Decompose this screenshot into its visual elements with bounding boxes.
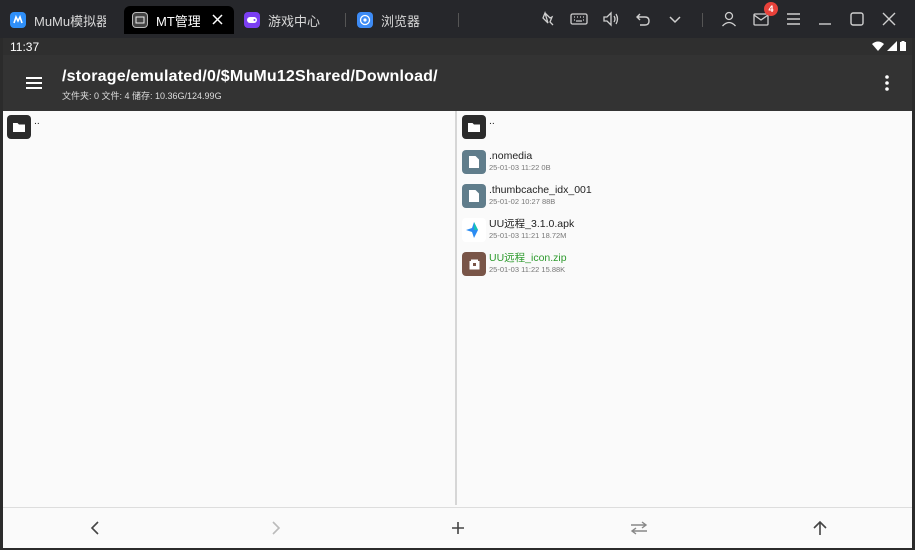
file-name: .thumbcache_idx_001 [489,184,592,196]
file-meta: 25-01-03 11:22 0B [489,163,551,172]
apk-app-icon [462,218,486,242]
left-file-panel: .. [3,111,457,505]
close-tab-icon[interactable] [212,13,223,28]
mail-badge: 4 [764,2,778,16]
tab-mumu[interactable]: MuMu模拟器 [10,6,118,34]
close-icon[interactable] [879,9,899,29]
file-icon [462,184,486,208]
app-toolbar: /storage/emulated/0/$MuMu12Shared/Downlo… [3,55,912,111]
minimize-icon[interactable] [815,9,835,29]
mt-manager-icon [132,12,148,28]
wifi-icon [872,40,884,54]
parent-folder-row[interactable]: .. [462,115,495,147]
file-row-zip[interactable]: UU远程_icon.zip 25-01-03 11:22 15.88K [462,252,567,284]
zip-archive-icon [462,252,486,276]
folder-icon [462,115,486,139]
parent-folder-row[interactable]: .. [7,115,40,147]
storage-info: 文件夹: 0 文件: 4 储存: 10.36G/124.99G [62,91,222,101]
file-meta: 25-01-03 11:21 18.72M [489,231,567,240]
tab-mt-manager[interactable]: MT管理器 [124,6,234,34]
android-status-bar: 11:37 [3,38,912,55]
mumu-logo-icon [10,12,26,28]
file-name: UU远程_icon.zip [489,252,567,264]
battery-icon [900,40,906,54]
tab-label: MT管理器 [156,13,200,29]
folder-icon [7,115,31,139]
tab-browser[interactable]: 浏览器 [357,6,437,34]
file-meta: 25-01-02 10:27 88B [489,197,556,206]
chevron-down-icon[interactable] [665,9,685,29]
tab-label: 浏览器 [381,13,421,29]
tab-divider [345,13,346,27]
file-row-nomedia[interactable]: .nomedia 25-01-03 11:22 0B [462,150,551,182]
keyboard-icon[interactable] [569,9,589,29]
menu-icon[interactable] [783,9,803,29]
file-meta: 25-01-03 11:22 15.88K [489,265,566,274]
file-name: .. [489,115,495,127]
tab-label: 游戏中心 [268,13,321,29]
current-path[interactable]: /storage/emulated/0/$MuMu12Shared/Downlo… [62,68,438,86]
back-arrow-icon[interactable] [633,9,653,29]
browser-icon [357,12,373,28]
emulator-tab-bar: MuMu模拟器 MT管理器 游戏中心 浏览器 [0,0,915,38]
back-icon[interactable] [86,519,104,537]
file-name: .nomedia [489,150,533,162]
file-name: .. [34,115,40,127]
pin-icon[interactable] [537,9,557,29]
more-options-icon[interactable] [884,74,890,92]
signal-icon [887,40,897,54]
maximize-icon[interactable] [847,9,867,29]
toolbar-divider [702,13,703,27]
file-name: UU远程_3.1.0.apk [489,218,575,230]
tab-divider [458,13,459,27]
bottom-action-bar [3,507,912,548]
add-icon[interactable] [449,519,467,537]
file-row-thumbcache[interactable]: .thumbcache_idx_001 25-01-02 10:27 88B [462,184,592,216]
hamburger-menu-icon[interactable] [25,74,43,92]
volume-icon[interactable] [601,9,621,29]
swap-icon[interactable] [630,519,648,537]
tab-game-center[interactable]: 游戏中心 [244,6,334,34]
forward-icon[interactable] [267,519,285,537]
status-time: 11:37 [10,40,40,54]
file-icon [462,150,486,174]
tab-label: MuMu模拟器 [34,13,106,29]
user-icon[interactable] [719,9,739,29]
right-file-panel: .. .nomedia 25-01-03 11:22 0B .thumbcach… [458,111,912,505]
up-icon[interactable] [811,519,829,537]
gamepad-icon [244,12,260,28]
android-screen: 11:37 /storage/emulated/0/$MuMu12Shared/… [3,38,912,548]
file-row-apk[interactable]: UU远程_3.1.0.apk 25-01-03 11:21 18.72M [462,218,574,250]
